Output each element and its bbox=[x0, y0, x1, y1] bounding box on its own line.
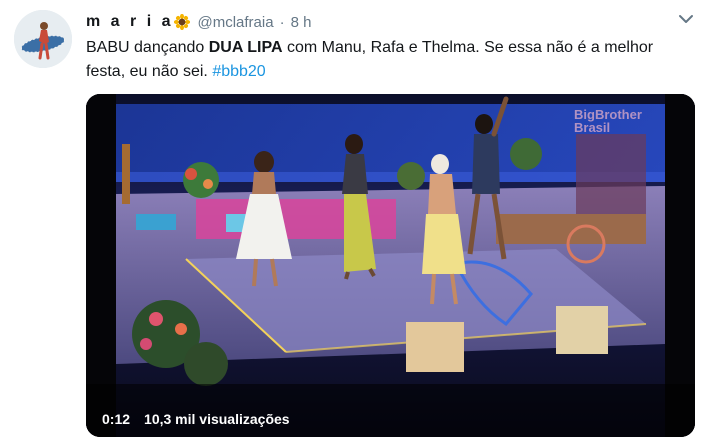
tweet-text-part: BABU dançando bbox=[86, 39, 209, 56]
chevron-down-icon[interactable] bbox=[678, 12, 694, 26]
avatar[interactable] bbox=[14, 10, 72, 68]
author-name[interactable]: m a r i a bbox=[86, 13, 173, 31]
video-frame bbox=[86, 94, 695, 437]
tweet-header: m a r i a @mclafraia · 8 h bbox=[86, 12, 311, 32]
video-player[interactable]: BigBrother Brasil 0:12 10,3 mil visualiz… bbox=[86, 94, 695, 437]
view-count: 10,3 mil visualizações bbox=[144, 411, 290, 427]
tweet-text: BABU dançando DUA LIPA com Manu, Rafa e … bbox=[86, 36, 686, 84]
watermark: BigBrother Brasil bbox=[574, 108, 642, 134]
tweet-text-bold: DUA LIPA bbox=[208, 39, 283, 56]
hashtag-link[interactable]: #bbb20 bbox=[212, 63, 265, 80]
video-footer: 0:12 10,3 mil visualizações bbox=[86, 401, 695, 437]
avatar-image bbox=[14, 10, 72, 68]
author-handle[interactable]: @mclafraia bbox=[197, 14, 273, 31]
sunflower-icon bbox=[174, 13, 191, 31]
watermark-line: Brasil bbox=[574, 120, 611, 135]
separator-dot: · bbox=[279, 13, 285, 31]
tweet-time[interactable]: 8 h bbox=[291, 14, 312, 31]
video-current-time: 0:12 bbox=[102, 411, 131, 427]
